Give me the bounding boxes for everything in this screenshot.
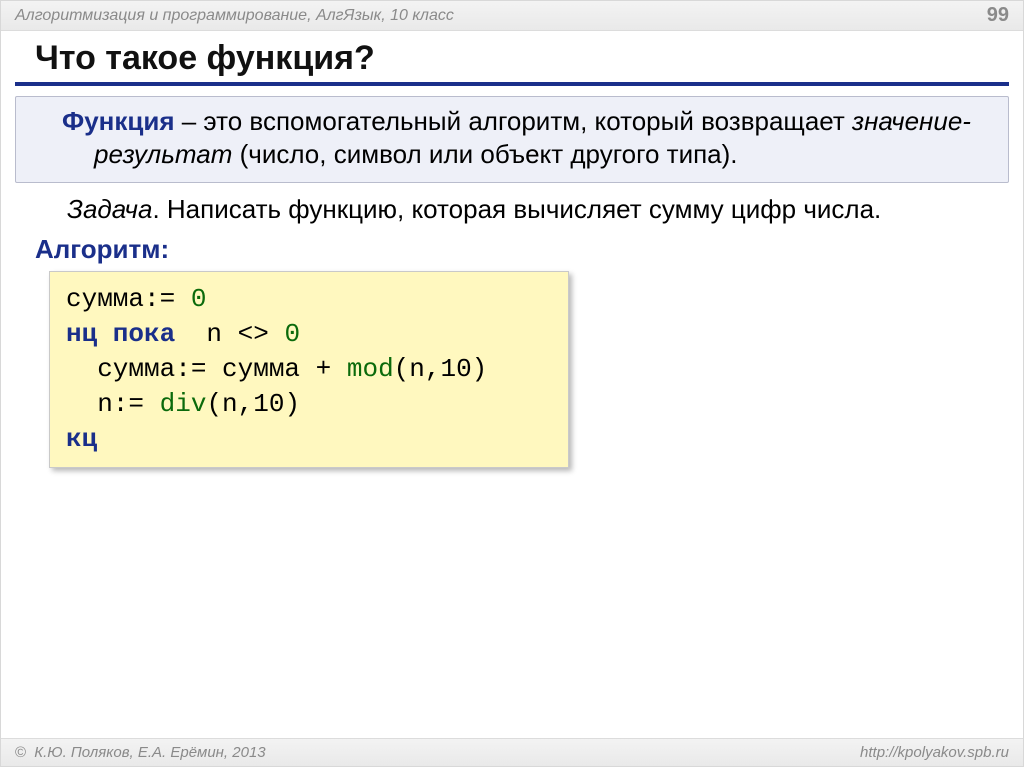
task-body: . Написать функцию, которая вычисляет су…	[152, 194, 881, 224]
definition-term: Функция	[62, 106, 175, 136]
copyright-icon: ©	[15, 744, 26, 761]
code-l1a: сумма:=	[66, 284, 175, 314]
title-rule	[15, 82, 1009, 86]
code-l1b: 0	[175, 284, 206, 314]
definition-part1: – это вспомогательный алгоритм, который …	[175, 106, 853, 136]
header-bar: Алгоритмизация и программирование, АлгЯз…	[1, 1, 1023, 31]
code-l2b: n <>	[175, 319, 284, 349]
footer-copy-text: К.Ю. Поляков, Е.А. Ерёмин, 2013	[30, 744, 266, 761]
task-line: Задача. Написать функцию, которая вычисл…	[35, 193, 1001, 226]
definition-part2: (число, символ или объект другого типа).	[232, 139, 737, 169]
definition-box: Функция – это вспомогательный алгоритм, …	[15, 96, 1009, 183]
slide-title: Что такое функция?	[35, 39, 1001, 78]
code-l4a: n:=	[66, 389, 160, 419]
code-l4c: (n,10)	[206, 389, 300, 419]
task-text: Задача. Написать функцию, которая вычисл…	[35, 193, 1001, 226]
task-lead: Задача	[67, 194, 152, 224]
footer-url: http://kpolyakov.spb.ru	[860, 744, 1009, 761]
page-number: 99	[987, 4, 1009, 27]
code-l4b: div	[160, 389, 207, 419]
code-l5: кц	[66, 424, 97, 454]
code-l2a: нц пока	[66, 319, 175, 349]
code-l2c: 0	[284, 319, 300, 349]
definition-text: Функция – это вспомогательный алгоритм, …	[30, 105, 994, 172]
code-l3b: mod	[347, 354, 394, 384]
algorithm-label: Алгоритм:	[35, 234, 1001, 265]
footer-copyright: © К.Ю. Поляков, Е.А. Ерёмин, 2013	[15, 744, 266, 761]
slide: Алгоритмизация и программирование, АлгЯз…	[0, 0, 1024, 767]
code-l3a: сумма:= сумма +	[66, 354, 347, 384]
code-l3c: (n,10)	[394, 354, 488, 384]
code-box: сумма:= 0 нц пока n <> 0 сумма:= сумма +…	[49, 271, 569, 468]
header-subject: Алгоритмизация и программирование, АлгЯз…	[15, 7, 454, 25]
footer-bar: © К.Ю. Поляков, Е.А. Ерёмин, 2013 http:/…	[1, 738, 1023, 766]
